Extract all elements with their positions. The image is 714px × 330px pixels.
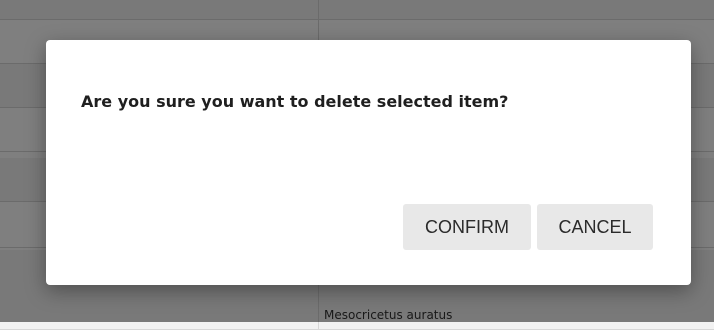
dialog-actions: CONFIRM CANCEL <box>403 204 653 250</box>
confirm-delete-dialog: Are you sure you want to delete selected… <box>46 40 691 285</box>
dialog-message: Are you sure you want to delete selected… <box>81 92 509 111</box>
cancel-button[interactable]: CANCEL <box>537 204 653 250</box>
confirm-button[interactable]: CONFIRM <box>403 204 531 250</box>
